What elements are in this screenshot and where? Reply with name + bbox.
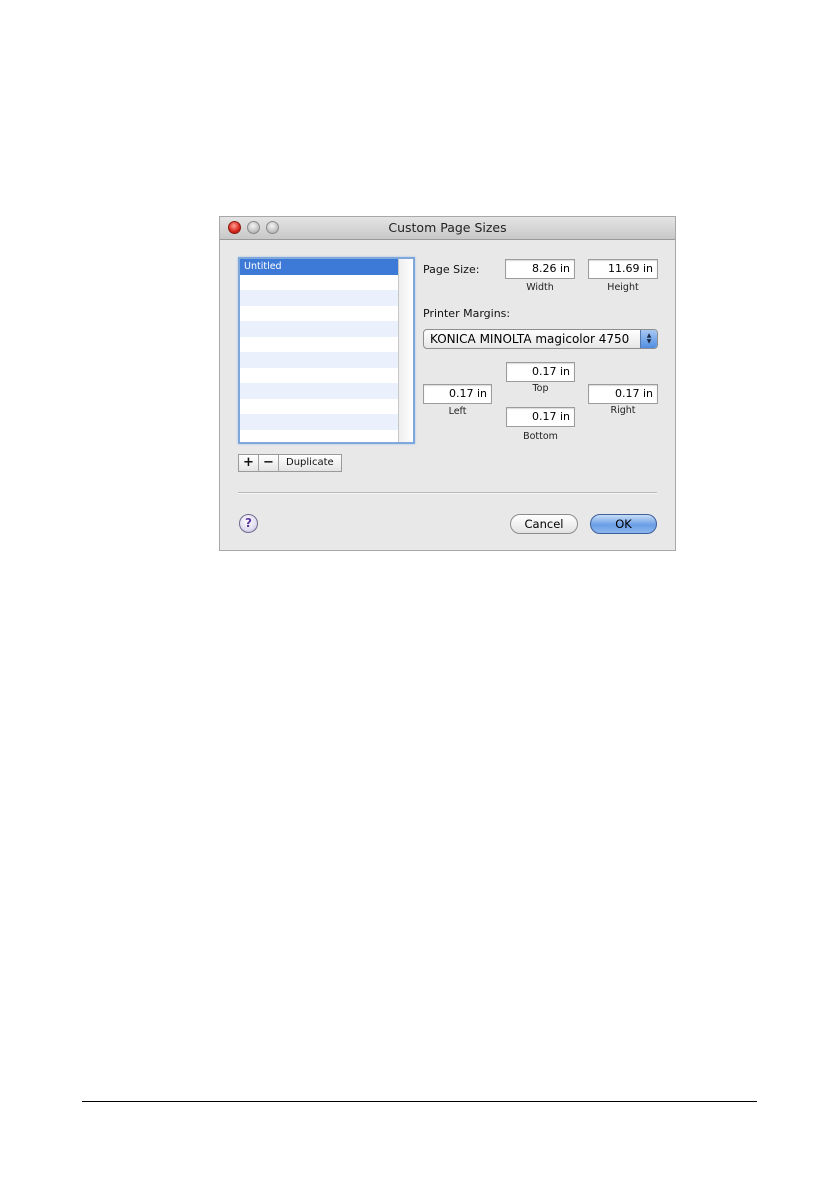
empty-list-row — [240, 367, 398, 383]
height-field[interactable]: 11.69 in — [588, 259, 658, 279]
list-controls: + − Duplicate — [238, 454, 342, 472]
list-rows: Untitled — [240, 259, 398, 442]
bottom-margin-label: Bottom — [523, 431, 558, 442]
left-margin-label: Left — [448, 406, 467, 417]
cancel-button[interactable]: Cancel — [510, 514, 578, 534]
window-title: Custom Page Sizes — [388, 220, 507, 235]
list-scrollbar[interactable] — [398, 259, 413, 442]
ok-button[interactable]: OK — [590, 514, 657, 534]
empty-list-row — [240, 305, 398, 321]
top-margin-label: Top — [532, 383, 549, 394]
empty-list-row — [240, 352, 398, 368]
width-field[interactable]: 8.26 in — [505, 259, 575, 279]
empty-list-row — [240, 290, 398, 306]
top-margin-field[interactable]: 0.17 in — [506, 362, 575, 382]
help-button[interactable]: ? — [239, 514, 258, 533]
list-item[interactable]: Untitled — [240, 259, 398, 275]
printer-margins-label: Printer Margins: — [423, 307, 511, 320]
empty-list-row — [240, 321, 398, 337]
empty-list-row — [240, 398, 398, 414]
empty-list-row — [240, 383, 398, 399]
height-label: Height — [607, 282, 639, 293]
popup-arrows-icon: ▲ ▼ — [640, 330, 657, 348]
duplicate-button[interactable]: Duplicate — [279, 455, 341, 471]
titlebar[interactable]: Custom Page Sizes — [220, 217, 675, 240]
add-size-button[interactable]: + — [239, 455, 259, 471]
page-size-label: Page Size: — [423, 263, 480, 276]
empty-list-row — [240, 414, 398, 430]
empty-list-row — [240, 336, 398, 352]
separator — [238, 492, 657, 494]
right-margin-field[interactable]: 0.17 in — [588, 384, 658, 404]
right-margin-label: Right — [610, 405, 636, 416]
printer-popup[interactable]: KONICA MINOLTA magicolor 4750 ▲ ▼ — [423, 329, 658, 349]
page-footer-rule — [82, 1101, 757, 1102]
bottom-margin-field[interactable]: 0.17 in — [506, 407, 575, 427]
empty-list-row — [240, 274, 398, 290]
left-margin-field[interactable]: 0.17 in — [423, 384, 492, 404]
empty-list-row — [240, 429, 398, 442]
page-sizes-list[interactable]: Untitled — [238, 257, 415, 444]
remove-size-button[interactable]: − — [259, 455, 279, 471]
width-label: Width — [526, 282, 554, 293]
printer-popup-value: KONICA MINOLTA magicolor 4750 — [430, 332, 630, 346]
custom-page-sizes-dialog: Custom Page Sizes Untitled + − Duplicate… — [219, 216, 676, 551]
